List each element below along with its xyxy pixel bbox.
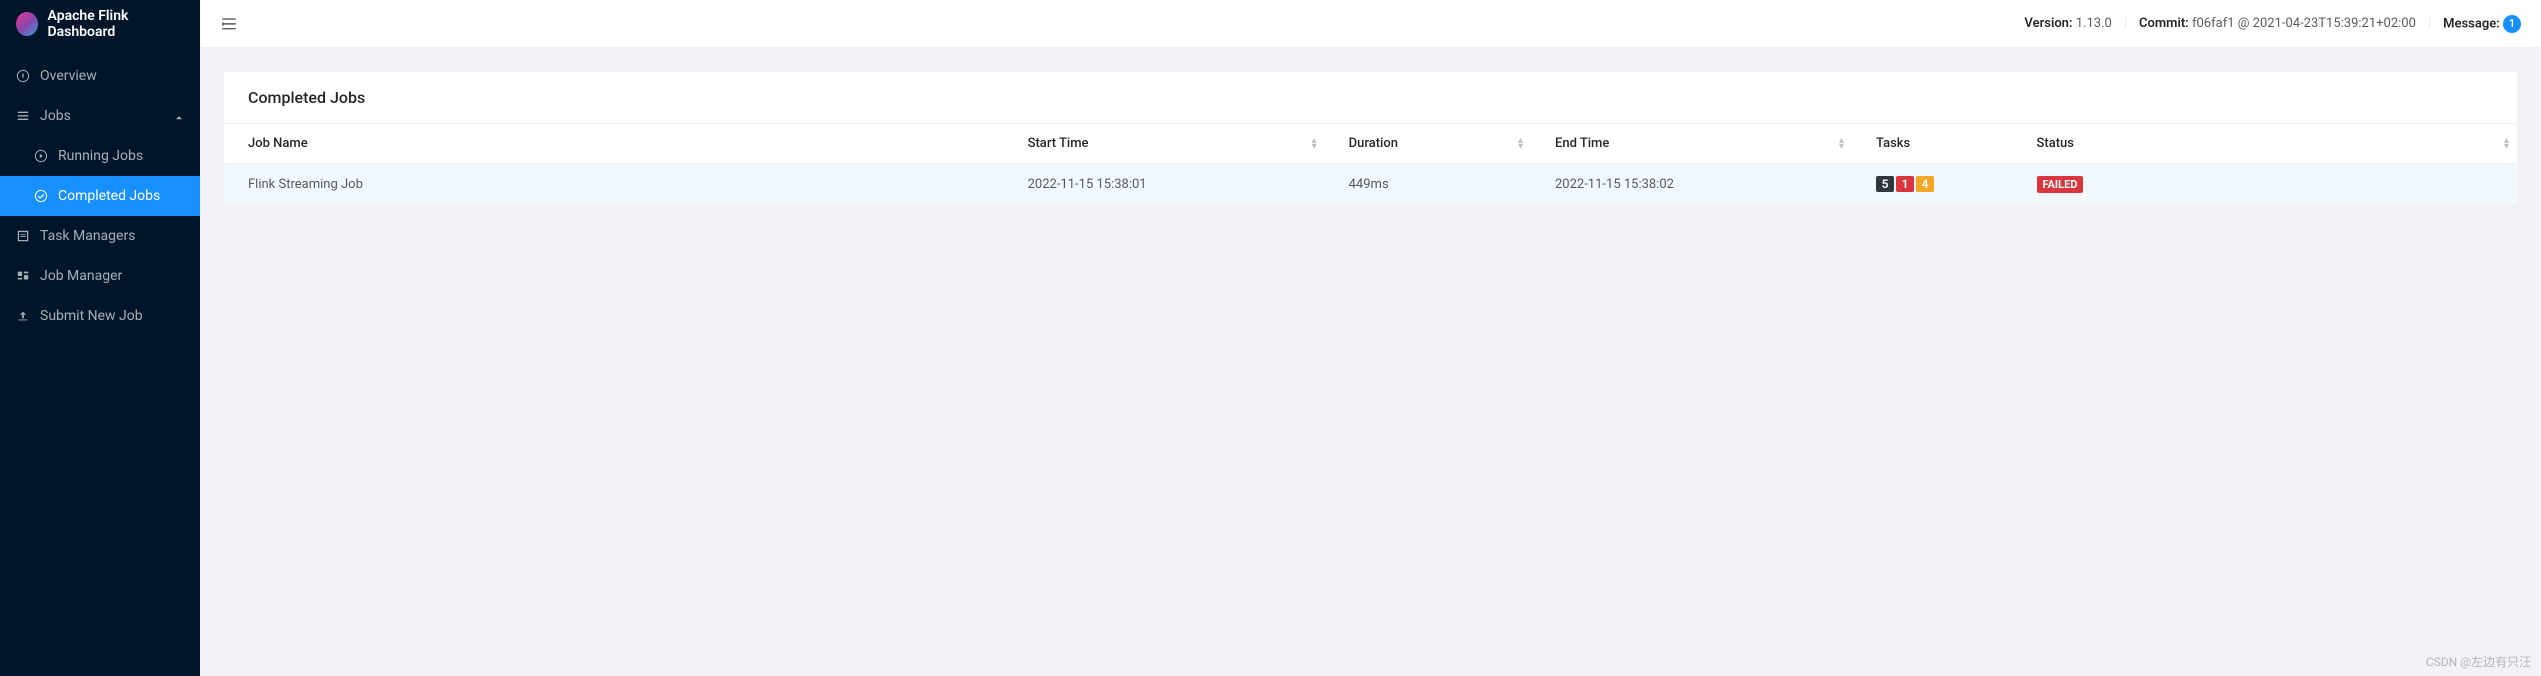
- message-count-badge: 1: [2503, 15, 2521, 33]
- chevron-up-icon: [174, 111, 184, 121]
- task-badge-canceled: 4: [1916, 176, 1934, 192]
- sidebar-subitem-running-jobs[interactable]: Running Jobs: [0, 136, 200, 176]
- sidebar-item-task-managers[interactable]: Task Managers: [0, 216, 200, 256]
- separator: |: [2124, 16, 2127, 31]
- commit-info: Commit: f06faf1 @ 2021-04-23T15:39:21+02…: [2139, 16, 2416, 31]
- menu-fold-icon[interactable]: [220, 15, 238, 33]
- sort-icon[interactable]: ▴▾: [2504, 138, 2509, 150]
- commit-value: f06faf1 @ 2021-04-23T15:39:21+02:00: [2192, 16, 2416, 31]
- cell-job-name: Flink Streaming Job: [224, 164, 1004, 205]
- jobs-table: Job Name Start Time ▴▾ Duration ▴▾ End Tim…: [224, 124, 2517, 205]
- upload-icon: [16, 309, 30, 323]
- col-label: End Time: [1555, 136, 1609, 151]
- sidebar-item-jobs[interactable]: Jobs: [0, 96, 200, 136]
- cell-end-time: 2022-11-15 15:38:02: [1531, 164, 1852, 205]
- card-title: Completed Jobs: [224, 72, 2517, 124]
- sidebar-item-label: Running Jobs: [58, 148, 143, 164]
- col-label: Status: [2037, 136, 2074, 151]
- col-label: Tasks: [1876, 136, 1910, 151]
- commit-label: Commit:: [2139, 16, 2189, 31]
- col-tasks[interactable]: Tasks: [1852, 124, 2013, 164]
- bars-icon: [16, 109, 30, 123]
- sort-icon[interactable]: ▴▾: [1518, 138, 1523, 150]
- col-label: Duration: [1349, 136, 1398, 151]
- col-status[interactable]: Status ▴▾: [2013, 124, 2518, 164]
- col-duration[interactable]: Duration ▴▾: [1325, 124, 1531, 164]
- cell-status: FAILED: [2013, 164, 2518, 205]
- cell-tasks: 514: [1852, 164, 2013, 205]
- sidebar-subitem-completed-jobs[interactable]: Completed Jobs: [0, 176, 200, 216]
- build-icon: [16, 269, 30, 283]
- sidebar: Apache Flink Dashboard Overview Jobs: [0, 0, 200, 676]
- schedule-icon: [16, 229, 30, 243]
- task-badge-total: 5: [1876, 176, 1894, 192]
- table-row[interactable]: Flink Streaming Job 2022-11-15 15:38:01 …: [224, 164, 2517, 205]
- check-circle-icon: [34, 189, 48, 203]
- flink-logo-icon: [16, 12, 38, 36]
- sort-icon[interactable]: ▴▾: [1839, 138, 1844, 150]
- dashboard-icon: [16, 69, 30, 83]
- version-info: Version: 1.13.0: [2024, 16, 2111, 31]
- col-end-time[interactable]: End Time ▴▾: [1531, 124, 1852, 164]
- brand-title: Apache Flink Dashboard: [48, 8, 184, 40]
- cell-duration: 449ms: [1325, 164, 1531, 205]
- brand: Apache Flink Dashboard: [0, 0, 200, 48]
- play-circle-icon: [34, 149, 48, 163]
- col-start-time[interactable]: Start Time ▴▾: [1004, 124, 1325, 164]
- message-label: Message:: [2443, 16, 2500, 31]
- col-job-name[interactable]: Job Name: [224, 124, 1004, 164]
- cell-start-time: 2022-11-15 15:38:01: [1004, 164, 1325, 205]
- sidebar-item-label: Job Manager: [40, 268, 122, 284]
- col-label: Start Time: [1028, 136, 1089, 151]
- completed-jobs-card: Completed Jobs Job Name Start Time ▴▾ Dur…: [224, 72, 2517, 205]
- status-badge: FAILED: [2037, 176, 2084, 193]
- version-value: 1.13.0: [2076, 16, 2112, 31]
- sidebar-item-label: Jobs: [40, 108, 71, 124]
- sidebar-menu: Overview Jobs Running Jobs: [0, 48, 200, 336]
- topbar: Version: 1.13.0 | Commit: f06faf1 @ 2021…: [200, 0, 2541, 48]
- sidebar-item-label: Overview: [40, 68, 97, 84]
- sort-icon[interactable]: ▴▾: [1312, 138, 1317, 150]
- sidebar-item-overview[interactable]: Overview: [0, 56, 200, 96]
- sidebar-item-label: Completed Jobs: [58, 188, 160, 204]
- col-label: Job Name: [248, 136, 308, 151]
- sidebar-item-label: Submit New Job: [40, 308, 143, 324]
- message-info[interactable]: Message: 1: [2443, 15, 2521, 33]
- sidebar-item-job-manager[interactable]: Job Manager: [0, 256, 200, 296]
- version-label: Version:: [2024, 16, 2072, 31]
- sidebar-item-label: Task Managers: [40, 228, 135, 244]
- task-badge-failed: 1: [1896, 176, 1914, 192]
- sidebar-item-submit-new-job[interactable]: Submit New Job: [0, 296, 200, 336]
- watermark: CSDN @左边有只汪: [2426, 653, 2531, 670]
- separator: |: [2428, 16, 2431, 31]
